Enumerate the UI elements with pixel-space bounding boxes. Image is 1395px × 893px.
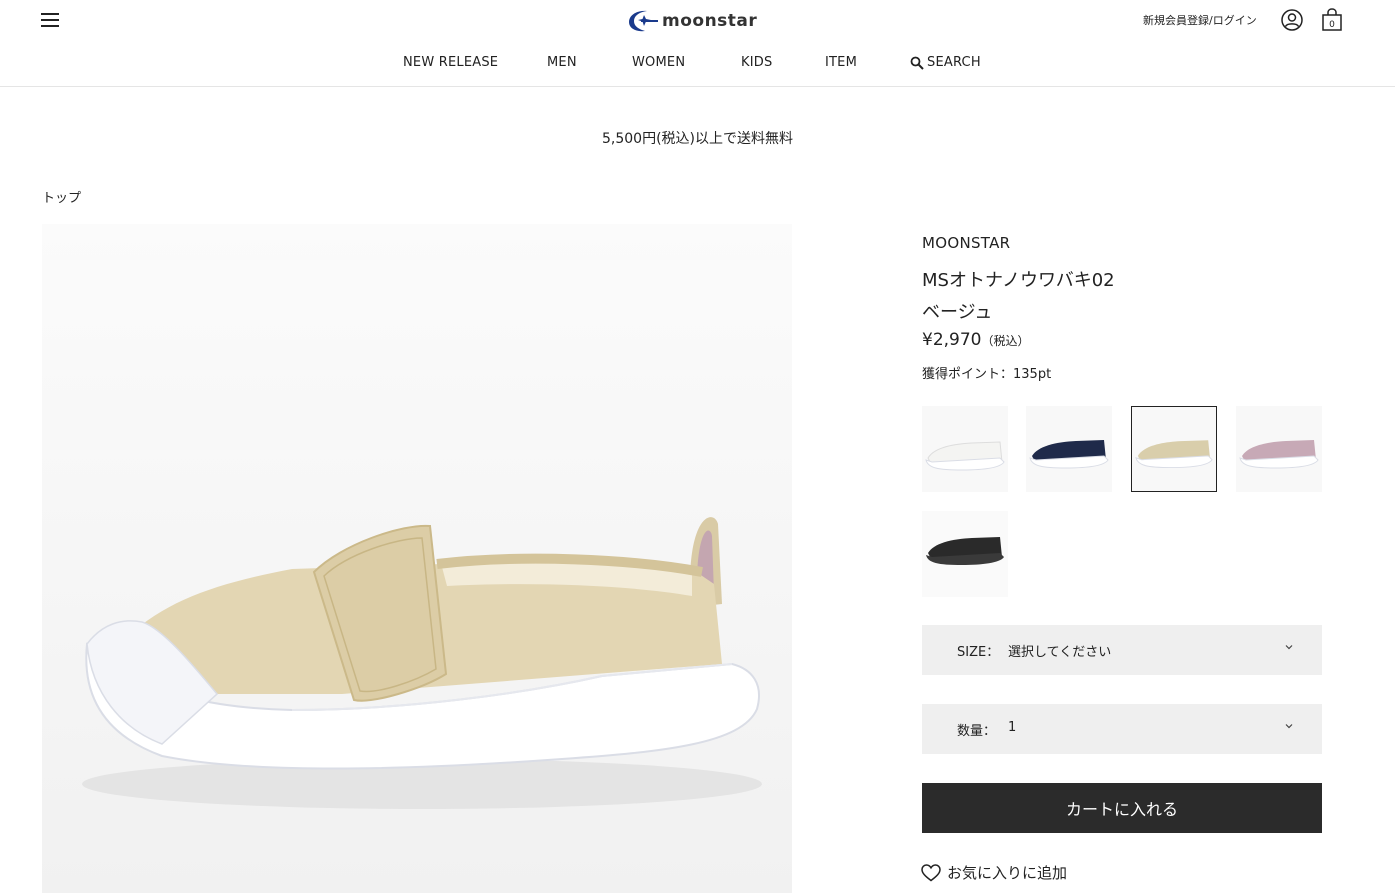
heart-icon [921,863,941,881]
logo-text: moonstar [662,11,758,31]
add-to-cart-button[interactable]: カートに入れる [922,783,1322,833]
site-header: moonstar 新規会員登録/ログイン 0 NEW RELEASE MEN W… [0,0,1395,87]
color-swatch-white[interactable] [922,406,1008,492]
quantity-select[interactable]: 数量： 1 [922,704,1322,754]
chevron-down-icon [1285,645,1293,650]
product-color-name: ベージュ [922,302,993,323]
product-name: MSオトナノウワバキ02 [922,270,1115,291]
cart-count: 0 [1329,20,1335,30]
shopping-bag-icon[interactable]: 0 [1321,8,1343,32]
nav-item[interactable]: ITEM [825,55,857,70]
moonstar-logo-icon [629,10,658,32]
color-swatch-pink[interactable] [1236,406,1322,492]
nav-search-label: SEARCH [927,55,981,70]
free-shipping-banner: 5,500円(税込)以上で送料無料 [601,131,793,147]
nav-search[interactable]: SEARCH [910,55,981,70]
quantity-value: 1 [1008,720,1017,735]
earned-points: 獲得ポイント：135pt [922,367,1052,382]
price-tax-label: （税込） [981,334,1030,348]
menu-icon[interactable] [41,12,59,28]
nav-women[interactable]: WOMEN [632,55,685,70]
register-login-link[interactable]: 新規会員登録/ログイン [1143,12,1257,28]
nav-men[interactable]: MEN [547,55,577,70]
search-icon [910,56,924,70]
breadcrumb-top[interactable]: トップ [42,187,81,206]
color-swatch-navy[interactable] [1026,406,1112,492]
product-price: ¥2,970（税込） [922,330,1030,350]
quantity-label: 数量： [957,724,997,739]
size-value: 選択してください [1008,645,1112,660]
size-label: SIZE： [957,645,1000,660]
main-nav: NEW RELEASE MEN WOMEN KIDS ITEM SEARCH [0,55,1395,75]
product-brand: MOONSTAR [922,234,1011,252]
size-select[interactable]: SIZE： 選択してください [922,625,1322,675]
nav-kids[interactable]: KIDS [741,55,772,70]
user-account-icon[interactable] [1281,9,1303,31]
chevron-down-icon [1285,724,1293,729]
nav-new-release[interactable]: NEW RELEASE [403,55,498,70]
site-logo[interactable]: moonstar [627,8,757,34]
color-swatch-black[interactable] [922,511,1008,597]
add-to-favorites-button[interactable]: お気に入りに追加 [921,862,1067,883]
favorite-label: お気に入りに追加 [947,864,1068,882]
price-value: ¥2,970 [922,330,982,350]
main-product-image[interactable] [42,224,792,893]
color-swatch-beige[interactable] [1131,406,1217,492]
